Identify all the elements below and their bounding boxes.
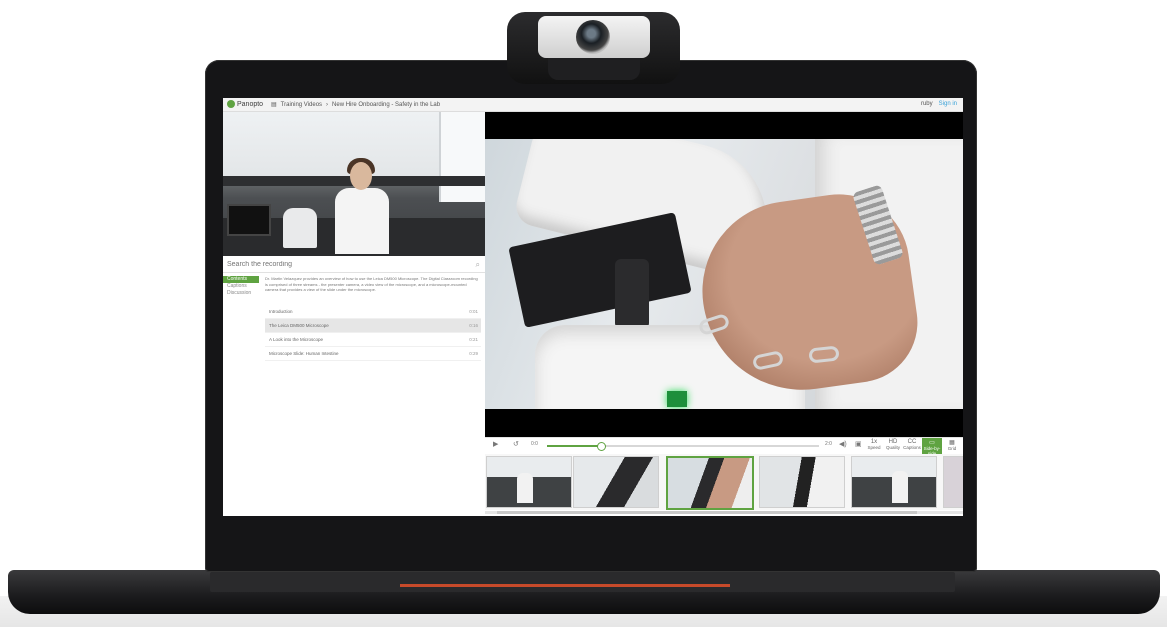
quality-label: Quality [885, 445, 900, 450]
user-area: ruby Sign in [921, 101, 957, 107]
panopto-logo-icon [227, 100, 235, 108]
scrollbar-thumb[interactable] [497, 511, 917, 514]
session-description: Dr. Martin Velazquez provides an overvie… [265, 276, 478, 292]
search-icon[interactable]: ⌕ [476, 260, 480, 270]
quality-button[interactable]: HD Quality [884, 438, 902, 455]
breadcrumb-folder[interactable]: Training Videos [281, 102, 322, 108]
volume-icon[interactable]: ◀) [839, 440, 847, 448]
thumbnail-presenter [892, 471, 908, 503]
toc-item-title: Introduction [269, 309, 293, 314]
current-time: 0:0 [531, 441, 538, 447]
top-bar: Panopto ▤ Training Videos › New Hire Onb… [223, 98, 963, 112]
player-controls: ▶ ↺ 0:0 2:0 ◀) ▣ 1x Speed HD Quality CC … [485, 437, 963, 456]
microscope-stage [508, 212, 692, 328]
presenter-video[interactable] [223, 112, 485, 256]
captions-button[interactable]: CC Captions [903, 438, 921, 455]
toc-item-title: Microscope Slide: Human Intestine [269, 351, 339, 356]
toc-item[interactable]: Microscope Slide: Human Intestine 0:29 [265, 347, 481, 361]
main-video[interactable] [485, 112, 963, 437]
thumbnail-image [760, 457, 844, 507]
thumbnail-image [944, 457, 963, 507]
toc-item[interactable]: A Look into the Microscope 0:21 [265, 333, 481, 347]
thumbnail-image [668, 458, 752, 508]
sign-in-link[interactable]: Sign in [939, 101, 957, 107]
toc-item-title: The Leica DM500 Microscope [269, 323, 329, 328]
laptop-accent-strip [400, 584, 730, 587]
webcam-lens-icon [576, 20, 610, 54]
folder-icon: ▤ [271, 102, 277, 108]
toc-item-time: 0:29 [469, 351, 478, 356]
rewind-icon[interactable]: ↺ [513, 440, 519, 448]
thumbnail-scrollbar[interactable] [485, 511, 963, 514]
play-icon[interactable]: ▶ [493, 440, 498, 448]
logo-text: Panopto [237, 100, 264, 108]
tab-discussion[interactable]: Discussion [223, 290, 259, 297]
grid-label: Grid [947, 446, 957, 451]
breadcrumb-separator-icon: › [326, 101, 329, 108]
side-tabs: Contents Captions Discussion [223, 276, 259, 297]
toc-item[interactable]: Introduction 0:01 [265, 305, 481, 319]
remaining-time: 2:0 [825, 441, 832, 447]
toc-item-time: 0:16 [469, 323, 478, 328]
toc-item[interactable]: The Leica DM500 Microscope 0:16 [265, 319, 481, 333]
toc-item-time: 0:01 [469, 309, 478, 314]
captions-label: Captions [903, 445, 921, 450]
toc-item-title: A Look into the Microscope [269, 337, 324, 342]
breadcrumb: ▤ Training Videos › New Hire Onboarding … [271, 101, 440, 109]
thumbnail[interactable] [943, 456, 963, 508]
laptop-hinge [210, 572, 955, 592]
progress-bar[interactable] [547, 442, 819, 451]
search-bar: ⌕ [223, 258, 485, 273]
tab-captions[interactable]: Captions [223, 283, 259, 290]
microscope-closeup [485, 139, 963, 409]
table-of-contents: Introduction 0:01 The Leica DM500 Micros… [265, 305, 481, 361]
microscope [283, 208, 317, 248]
webcam-mount [548, 58, 640, 80]
toc-item-time: 0:21 [469, 337, 478, 342]
thumbnail-strip [485, 454, 963, 510]
grid-icon: ▦ [949, 440, 955, 446]
thumbnail[interactable] [573, 456, 659, 508]
thumbnail-active[interactable] [666, 456, 754, 510]
microscope-knob [615, 259, 649, 329]
presenter-lab-coat [335, 188, 389, 254]
power-light [667, 391, 687, 407]
thumbnail[interactable] [759, 456, 845, 508]
speed-label: Speed [867, 445, 881, 450]
thumbnail-presenter [517, 473, 533, 503]
tab-contents[interactable]: Contents [223, 276, 259, 283]
breadcrumb-session[interactable]: New Hire Onboarding - Safety in the Lab [332, 102, 440, 108]
thumbnail[interactable] [486, 456, 572, 508]
progress-knob[interactable] [597, 442, 607, 451]
panopto-logo[interactable]: Panopto [227, 100, 263, 108]
presenter-face [350, 162, 372, 190]
panopto-viewer: Panopto ▤ Training Videos › New Hire Onb… [223, 98, 963, 516]
side-by-side-icon: ▭ [929, 440, 935, 446]
progress-fill [547, 445, 602, 447]
captions-toggle-icon[interactable]: ▣ [855, 440, 862, 448]
grid-button[interactable]: ▦ Grid [943, 438, 961, 455]
thumbnail[interactable] [851, 456, 937, 508]
speed-button[interactable]: 1x Speed [865, 438, 883, 455]
lab-monitor [227, 204, 271, 236]
user-menu[interactable]: ruby [921, 101, 933, 107]
side-by-side-button[interactable]: ▭ Side-by-side [922, 438, 942, 456]
thumbnail-image [574, 457, 658, 507]
lab-window [439, 112, 485, 202]
search-input[interactable] [227, 259, 457, 270]
